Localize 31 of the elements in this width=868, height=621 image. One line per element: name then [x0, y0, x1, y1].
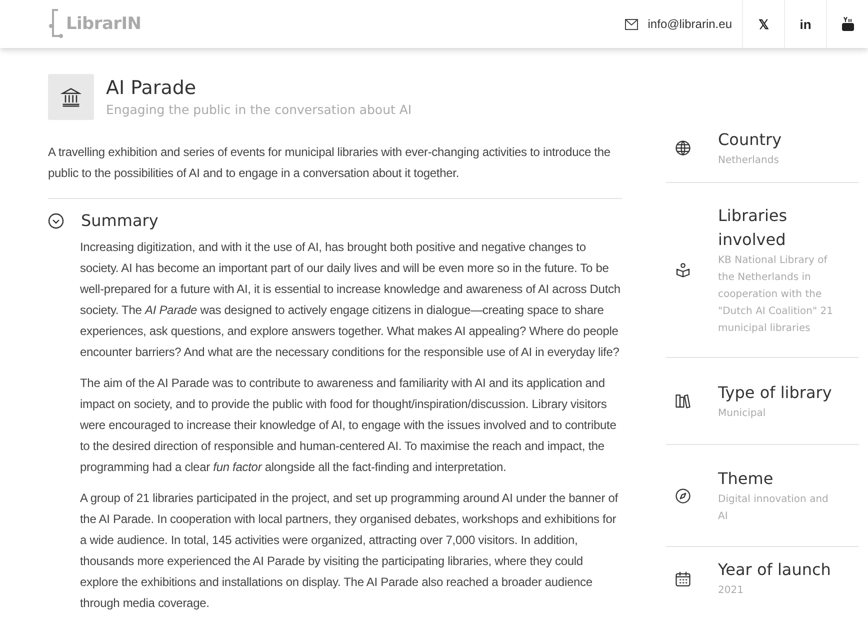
fact-value: KB National Library of the Netherlands in cooperation with the "Dutch AI Coalition" 21 municipal libraries [718, 254, 834, 336]
reader-icon [674, 261, 692, 279]
social-link[interactable]: 𝕏 [742, 0, 784, 48]
logo: LibrarIN [66, 14, 142, 34]
summary-paragraph: Increasing digitization, and with it the use of AI, has brought both positive and negative changes to society. AI has become an important part of our daily lives and will be even more so in the future. To be well-prepared for a future with AI, it is essential to increase knowledge and awareness of AI across Dutch society. The AI Parade was designed to actively engage citizens in dialogue—creating space to share experiences, ask questions, and explore answers together. What makes AI appealing? Where do people encounter barriers? And what are the necessary conditions for the responsible use of AI in everyday life? [80, 239, 622, 361]
compass-icon [674, 486, 692, 504]
fact-value: Digital innovation and AI [718, 492, 830, 524]
video-icon [842, 17, 854, 31]
fact-label: Year of launch [718, 559, 832, 581]
calendar-icon [674, 570, 692, 588]
intro-text: A travelling exhibition and series of events for municipal libraries with ever-changing activities to introduce the public to the possibilities of AI and to engage in a conversation about it together. [48, 144, 612, 182]
page-subtitle: Engaging the public in the conversation about AI [106, 102, 412, 117]
fact-label: Theme [718, 468, 774, 490]
books-icon [674, 392, 692, 410]
mail-icon [624, 18, 638, 30]
fact-label: Type of library [718, 382, 833, 404]
fact-label: Libraries involved [718, 204, 788, 250]
fact-value: 2021 [718, 584, 744, 598]
globe-icon [674, 139, 692, 157]
email-link[interactable]: info@librarin.eu [624, 0, 742, 48]
summary-paragraph: A group of 21 libraries participated in the project, and set up programming around AI under the banner of the AI Parade. In cooperation with local partners, they organised debates, workshops and exhibitions for a wide audience. In total, 145 activities were organized, attracting over 7,000 visitors. In addition, thousands more experienced the AI Parade by visiting the participating libraries, where they could explore the exhibitions and installations on display. The AI Parade also reached a broader audience through media coverage. [80, 490, 620, 612]
fact-value: Municipal [718, 406, 767, 420]
fact-label: Country [718, 128, 783, 150]
fact-value: Netherlands [718, 154, 780, 168]
summary-paragraph: The aim of the AI Parade was to contribute to awareness and familiarity with AI and its application and impact on society, and to provide the public with food for thought/inspiration/discussion. Library visitors were encouraged to increase their knowledge of AI, to engage with the issues involved and to contribute to the desired direction of responsible and human-centered AI. To maximise the reach and impact, the programming had a clear fun factor alongside all the fact-finding and interpretation. [80, 375, 618, 476]
chevron-icon [48, 212, 64, 228]
summary-toggle[interactable]: Summary [48, 211, 158, 230]
museum-icon [60, 86, 82, 108]
logo-icon [48, 7, 64, 41]
page-title: AI Parade [106, 77, 198, 99]
social-link[interactable]: in [784, 0, 826, 48]
